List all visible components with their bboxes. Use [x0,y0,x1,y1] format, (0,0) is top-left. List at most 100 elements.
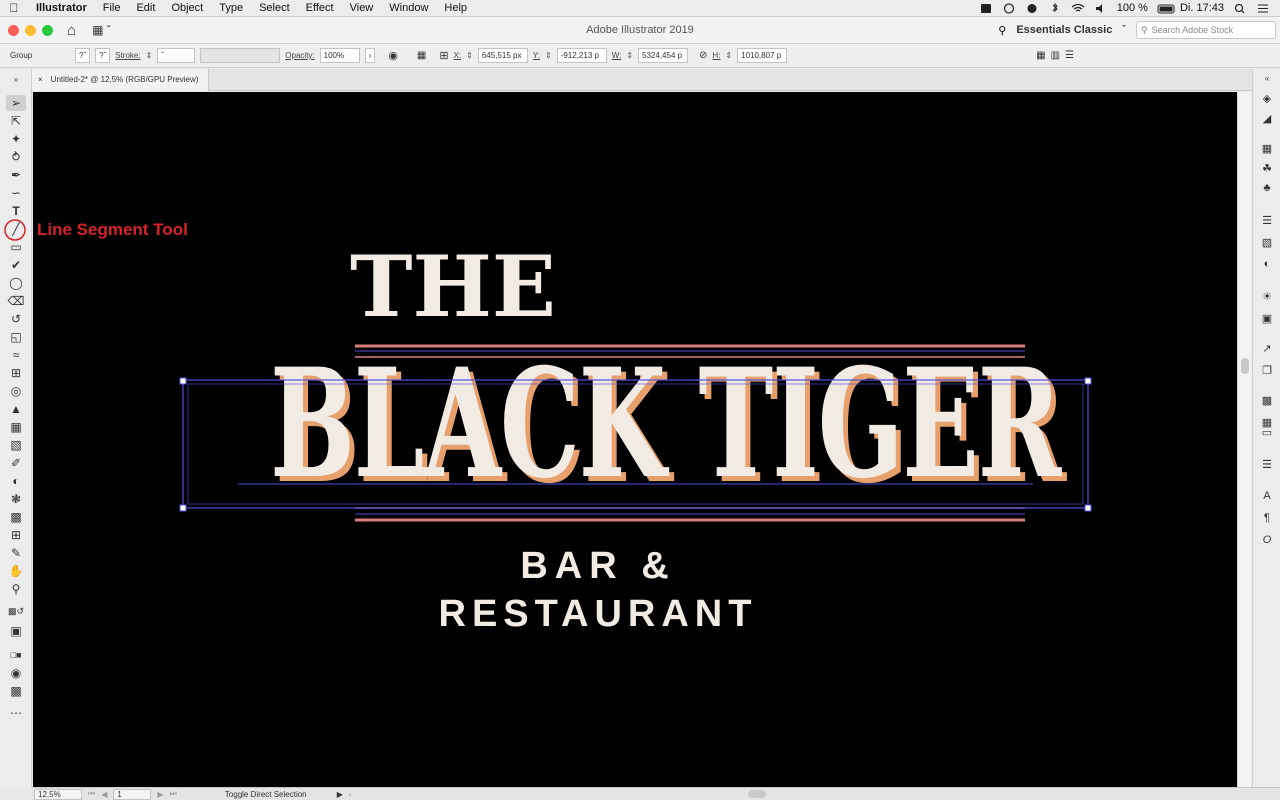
arrange-documents-icon[interactable]: ▦ ˇ [92,23,111,37]
menu-list-icon[interactable] [1256,3,1270,14]
x-field[interactable]: 645,515 px [477,48,528,63]
zoom-field[interactable]: 12,5% [34,788,82,800]
apple-icon[interactable]:  [0,1,28,15]
horizontal-scroll-thumb[interactable] [748,790,766,798]
opacity-field[interactable]: 100% [319,48,360,63]
fill-swatch[interactable]: ?ˇ [75,48,91,63]
blend-tool-icon[interactable]: ◐ [6,473,26,489]
selection-handle-tl[interactable] [179,377,187,385]
vertical-scroll-thumb[interactable] [1241,358,1249,374]
direct-selection-tool-icon[interactable]: ⇱ [6,113,26,129]
gradient-panel-icon[interactable]: ▧ [1259,235,1275,249]
zoom-tool-icon[interactable]: ⚲ [6,581,26,597]
color-guide-panel-icon[interactable]: ◢ [1259,111,1275,125]
pen-tool-icon[interactable]: ✒ [6,167,26,183]
type-tool-icon[interactable]: T [6,203,26,219]
lightbulb-icon[interactable]: ⚲ [998,24,1006,37]
swatches-panel-icon[interactable]: ▦ [1259,141,1275,155]
curvature-tool-icon[interactable]: ∽ [6,185,26,201]
line-segment-tool-icon[interactable]: ╱ [6,221,26,237]
graphic-styles-panel-icon[interactable]: ▣ [1259,311,1275,325]
variable-width-profile[interactable] [200,48,281,63]
menu-select[interactable]: Select [251,2,298,14]
stroke-swatch[interactable]: ?ˇ [95,48,111,63]
rotate-tool-icon[interactable]: ↺ [6,311,26,327]
isolate-group-icon[interactable]: ▦ [1036,50,1045,61]
creative-cloud-icon[interactable] [1025,3,1039,14]
paintbrush-tool-icon[interactable]: ✔ [6,257,26,273]
symbol-sprayer-tool-icon[interactable]: ❃ [6,491,26,507]
draw-mode-icon[interactable]: ◉ [6,665,26,681]
default-fill-stroke-icon[interactable]: ▩↺ [6,603,26,619]
dropbox-icon[interactable] [979,3,993,14]
menu-edit[interactable]: Edit [128,2,163,14]
next-artboard-icon[interactable]: ▶ [157,790,163,799]
wifi-icon[interactable] [1071,3,1085,14]
first-artboard-icon[interactable]: ⏮ [88,789,95,799]
arrange-icon[interactable]: ▥ [1051,50,1060,61]
bluetooth-icon[interactable] [1048,2,1062,14]
vertical-scrollbar[interactable] [1237,92,1251,787]
home-icon[interactable]: ⌂ [67,22,76,39]
color-mode-icon[interactable]: □■ [6,647,26,663]
fill-stroke-swatches-icon[interactable]: ▣ [6,623,26,639]
volume-icon[interactable] [1094,3,1108,14]
screen-mode-icon[interactable]: ▩ [6,683,26,699]
color-panel-icon[interactable]: ◈ [1259,91,1275,105]
magic-wand-tool-icon[interactable]: ✦ [6,131,26,147]
stroke-panel-icon[interactable]: ☰ [1259,213,1275,227]
stroke-stepper[interactable]: ⇕ [146,51,153,60]
last-artboard-icon[interactable]: ⏭ [170,789,177,799]
align-icon[interactable]: ▦ [417,50,426,61]
column-graph-tool-icon[interactable]: ▩ [6,509,26,525]
scale-tool-icon[interactable]: ◱ [6,329,26,345]
h-stepper[interactable]: ⇕ [725,51,732,60]
menu-object[interactable]: Object [163,2,211,14]
artboard-canvas[interactable]: THE BLACK TIGER BLACK TIGER BAR & RESTAU… [33,92,1237,787]
libraries-panel-icon[interactable]: ▭ [1259,425,1275,439]
artboard-tool-icon[interactable]: ⊞ [6,527,26,543]
scroll-left-icon[interactable]: ‹ [349,790,352,799]
more-tools-icon[interactable]: ⋯ [6,705,26,721]
layers-panel-icon[interactable]: ☰ [1259,457,1275,471]
lasso-tool-icon[interactable]: ⥁ [6,149,26,165]
hand-tool-icon[interactable]: ✋ [6,563,26,579]
eraser-tool-icon[interactable]: ⌫ [6,293,26,309]
collapse-panel-icon[interactable]: » [6,71,26,87]
h-field[interactable]: 1010,807 p [737,48,788,63]
slice-tool-icon[interactable]: ✎ [6,545,26,561]
w-stepper[interactable]: ⇕ [626,51,633,60]
menu-type[interactable]: Type [211,2,251,14]
transparency-panel-icon[interactable]: ◐ [1259,257,1275,271]
zoom-window-button[interactable] [42,24,53,36]
y-field[interactable]: -912,213 p [556,48,607,63]
previous-artboard-icon[interactable]: ◀ [101,790,107,799]
w-label[interactable]: W: [612,51,622,60]
close-window-button[interactable] [8,24,19,36]
h-label[interactable]: H: [712,51,720,60]
menu-view[interactable]: View [342,2,382,14]
character-panel-icon[interactable]: A [1259,489,1275,503]
selection-handle-tr[interactable] [1084,377,1092,385]
spotlight-icon[interactable] [1233,3,1247,14]
eyedropper-tool-icon[interactable]: ✐ [6,455,26,471]
brushes-panel-icon[interactable]: ☘ [1259,161,1275,175]
constrain-proportions-icon[interactable]: ⊘ [699,50,707,61]
workspace-switcher[interactable]: Essentials Classic [1016,24,1112,36]
y-stepper[interactable]: ⇕ [545,51,552,60]
panel-menu-icon[interactable]: ☰ [1065,50,1074,61]
status-menu-icon[interactable]: ▶ [337,790,343,799]
free-transform-tool-icon[interactable]: ⊞ [6,365,26,381]
recolor-icon[interactable]: ◉ [388,49,398,62]
x-label[interactable]: X: [454,51,462,60]
selection-handle-br[interactable] [1084,504,1092,512]
perspective-grid-tool-icon[interactable]: ▲ [6,401,26,417]
mesh-tool-icon[interactable]: ▦ [6,419,26,435]
menu-app[interactable]: Illustrator [28,2,95,14]
minimize-window-button[interactable] [25,24,36,36]
y-label[interactable]: Y: [533,51,540,60]
chevron-down-icon[interactable]: ˇ [1122,24,1126,36]
gradient-tool-icon[interactable]: ▧ [6,437,26,453]
menu-help[interactable]: Help [436,2,475,14]
menu-effect[interactable]: Effect [298,2,342,14]
